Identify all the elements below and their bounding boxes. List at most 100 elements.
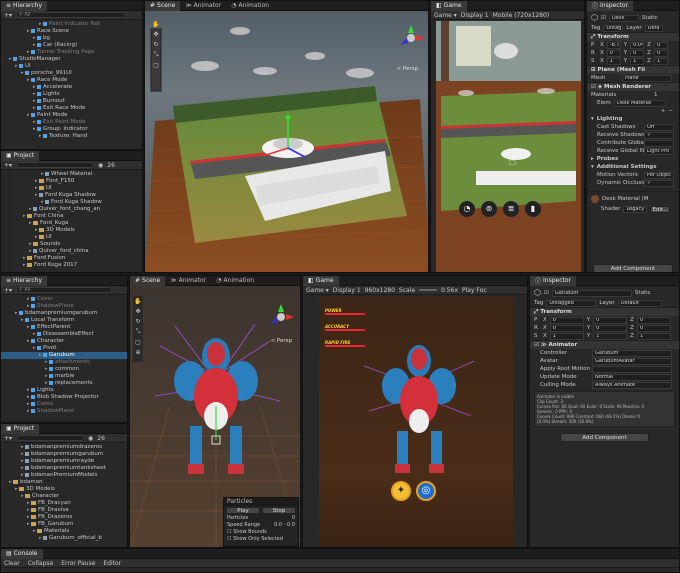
hierarchy-item[interactable]: ▸ Pivot bbox=[1, 345, 127, 352]
hierarchy-item[interactable]: ▸ Garubum bbox=[1, 352, 127, 359]
transform-tool-icon[interactable]: ⊕ bbox=[135, 349, 140, 356]
hierarchy-item[interactable]: ▸ Paint Mode bbox=[1, 112, 142, 119]
additional-settings-header[interactable]: ▾ Additional Settings bbox=[587, 163, 679, 171]
transform-header[interactable]: ⤢ Transform bbox=[530, 307, 679, 316]
rotation-x-field[interactable]: 0 bbox=[549, 324, 584, 332]
rotation-y-field[interactable]: 0 bbox=[630, 49, 645, 57]
tag-dropdown[interactable]: Untag bbox=[603, 24, 624, 32]
tab-project[interactable]: ▣ Project bbox=[1, 151, 40, 161]
tab-animation[interactable]: ◔ Animation bbox=[211, 276, 259, 286]
display-dropdown[interactable]: Display 1 bbox=[461, 12, 489, 19]
hand-tool-icon[interactable]: ✋ bbox=[152, 21, 159, 28]
aspect-dropdown[interactable]: 960x1280 bbox=[365, 287, 395, 294]
project-item[interactable]: ▸ FB_Drazeros bbox=[1, 514, 127, 521]
project-item[interactable]: ▸ Ford Kuga 2017 bbox=[15, 262, 142, 269]
top-hierarchy-search[interactable]: ⚲ All bbox=[16, 12, 127, 18]
lighting-header[interactable]: ▾ Lighting bbox=[587, 115, 679, 123]
static-toggle[interactable]: Static bbox=[635, 289, 651, 297]
project-item[interactable]: ▸ Character bbox=[1, 493, 127, 500]
project-item[interactable]: ▸ Ford Kuga Shadow bbox=[15, 192, 142, 199]
mesh-field[interactable]: Plane bbox=[622, 74, 672, 82]
play-button[interactable]: Play bbox=[226, 507, 260, 514]
bottom-scene-view[interactable]: ✋ ✥ ↻ ⤡ ▢ ⊕ < Persp Particles Play Stop … bbox=[130, 286, 300, 547]
top-game-view[interactable]: ◔ ⊚ ≣ ▮ ☝ bbox=[436, 21, 581, 272]
hierarchy-item[interactable]: ▸ EffectParent bbox=[1, 324, 127, 331]
materials-row[interactable]: Materials 1 bbox=[587, 91, 679, 99]
play-focused-dropdown[interactable]: Play Foc bbox=[462, 287, 487, 294]
paint-bucket-icon[interactable]: ▮ bbox=[525, 201, 541, 217]
hierarchy-item[interactable]: ▸ Character bbox=[1, 338, 127, 345]
project-item[interactable]: ▸ Quiver_font_chang_an bbox=[15, 206, 142, 213]
bottom-project-search[interactable] bbox=[16, 435, 85, 441]
hierarchy-item[interactable]: ▸ UI bbox=[1, 63, 142, 70]
mesh-renderer-header[interactable]: ☑ ◈ Mesh Renderer bbox=[587, 82, 679, 91]
animator-setting-value[interactable]: Garubum bbox=[592, 349, 672, 357]
object-name-field[interactable]: Desk bbox=[608, 14, 639, 22]
project-item[interactable]: ▸ bdamanpremiumdrazeros bbox=[1, 444, 127, 451]
particle-check-row[interactable]: ☐ Show Bounds bbox=[224, 529, 298, 536]
active-checkbox[interactable]: ☑ bbox=[544, 289, 549, 297]
create-button[interactable]: +▾ bbox=[4, 287, 12, 294]
remove-material-button[interactable]: − bbox=[668, 107, 673, 115]
rotate-tool-icon[interactable]: ↻ bbox=[135, 318, 140, 325]
project-item[interactable]: ▸ FB_Dracyan bbox=[1, 500, 127, 507]
headlights-icon[interactable]: ≣ bbox=[503, 201, 519, 217]
hierarchy-item[interactable]: ▸ ShadowPlane bbox=[1, 408, 127, 415]
hierarchy-item[interactable]: ▸ replacements bbox=[1, 380, 127, 387]
hierarchy-item[interactable]: ▸ common bbox=[1, 366, 127, 373]
gamepad-button-icon[interactable]: ◎ bbox=[416, 481, 436, 501]
scale-y-field[interactable]: 1 bbox=[630, 57, 645, 65]
hierarchy-item[interactable]: ▸ Camo bbox=[1, 401, 127, 408]
animator-header[interactable]: ☑ ≫ Animator bbox=[530, 340, 679, 349]
animator-setting-value[interactable] bbox=[592, 365, 672, 373]
game-view-dropdown[interactable]: Game ▾ bbox=[434, 12, 457, 19]
scale-tool-icon[interactable]: ⤡ bbox=[154, 51, 159, 59]
additional-setting-value[interactable]: Per Objec bbox=[644, 171, 674, 179]
hierarchy-item[interactable]: ▸ Cover bbox=[1, 296, 127, 303]
animator-setting-value[interactable]: GarubumAvatar bbox=[592, 357, 672, 365]
tab-inspector[interactable]: ⓘ Inspector bbox=[587, 1, 634, 11]
scale-z-field[interactable]: 1 bbox=[653, 57, 668, 65]
animator-setting-value[interactable]: Always Animate bbox=[592, 381, 672, 389]
rotation-y-field[interactable]: 0 bbox=[593, 324, 628, 332]
hierarchy-item[interactable]: ▸ attachments bbox=[1, 359, 127, 366]
project-item[interactable]: ▸ Ford Kuga Shadow bbox=[15, 199, 142, 206]
move-tool-icon[interactable]: ✥ bbox=[153, 31, 158, 38]
hierarchy-item[interactable]: ▸ Local Transform bbox=[1, 317, 127, 324]
position-z-field[interactable]: 0 bbox=[653, 41, 668, 49]
console-editor-button[interactable]: Editor bbox=[103, 560, 121, 567]
object-name-field[interactable]: Garubum bbox=[551, 289, 632, 297]
mesh-filter-header[interactable]: ⊞ Plane (Mesh Fil bbox=[587, 65, 679, 74]
hierarchy-item[interactable]: ▸ DisassembleEffect bbox=[1, 331, 127, 338]
hierarchy-item[interactable]: ▸ Accelerate bbox=[1, 84, 142, 91]
position-y-field[interactable]: 0.04292 bbox=[630, 41, 645, 49]
hierarchy-item[interactable]: ▸ Race Scene bbox=[1, 28, 142, 35]
project-item[interactable]: ▸ UI bbox=[15, 185, 142, 192]
material-element-field[interactable]: Desk Material bbox=[614, 99, 666, 107]
tab-animator[interactable]: ≫ Animator bbox=[165, 276, 211, 286]
console-collapse-button[interactable]: Collapse bbox=[28, 560, 54, 567]
tab-animation[interactable]: ◔ Animation bbox=[226, 1, 274, 11]
hierarchy-item[interactable]: ▸ Paint Indicator Net bbox=[1, 21, 142, 28]
scale-slider[interactable] bbox=[419, 289, 438, 291]
tab-console[interactable]: ▤ Console bbox=[1, 549, 43, 559]
particle-check-row[interactable]: ☐ Show Only Selected bbox=[224, 536, 298, 543]
project-item[interactable]: ▸ bdamanpremiumgarubum bbox=[1, 451, 127, 458]
hierarchy-item[interactable]: ▸ Texture: Hand bbox=[1, 133, 142, 140]
speedometer-icon[interactable]: ◔ bbox=[459, 201, 475, 217]
scale-tool-icon[interactable]: ⤡ bbox=[136, 328, 141, 336]
project-item[interactable]: ▸ Garubum_official_b bbox=[1, 535, 127, 542]
hand-tool-icon[interactable]: ✋ bbox=[134, 298, 141, 305]
create-button[interactable]: +▾ bbox=[4, 162, 12, 169]
character-emblem-icon[interactable]: ✦ bbox=[391, 481, 411, 501]
tab-game[interactable]: ◧ Game bbox=[303, 276, 339, 286]
scale-y-field[interactable]: 1 bbox=[593, 332, 628, 340]
probes-header[interactable]: ▸ Probes bbox=[587, 155, 679, 163]
project-item[interactable]: ▸ bdamanpremiumtanksheet bbox=[1, 465, 127, 472]
lighting-value[interactable]: Off bbox=[644, 123, 674, 131]
console-error-pause-button[interactable]: Error Pause bbox=[61, 560, 95, 567]
position-y-field[interactable]: 0 bbox=[593, 316, 628, 324]
tab-animator[interactable]: ≫ Animator bbox=[180, 1, 226, 11]
transform-header[interactable]: ⤢ Transform bbox=[587, 32, 679, 41]
project-item[interactable]: ▸ UI bbox=[15, 234, 142, 241]
